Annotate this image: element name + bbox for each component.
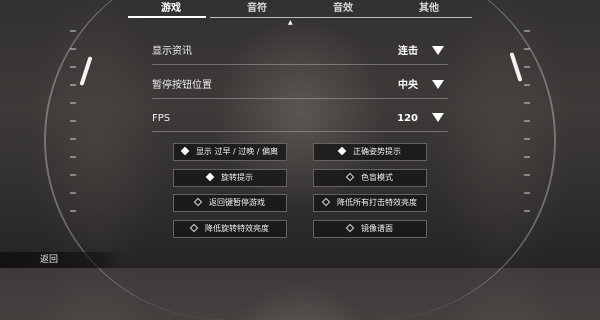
filled-diamond-icon	[205, 172, 215, 182]
toggle-early-late-offset[interactable]: 显示 过早 / 过晚 / 偏离	[173, 143, 287, 161]
tab-sound[interactable]: 音效	[300, 1, 386, 17]
settings-tab-bar: 游戏 音符 音效 其他	[128, 0, 472, 18]
setting-label: 暂停按钮位置	[152, 80, 212, 91]
tab-other[interactable]: 其他	[386, 1, 472, 17]
triangle-down-icon[interactable]	[432, 46, 444, 55]
filled-diamond-icon	[180, 146, 190, 156]
tab-game[interactable]: 游戏	[128, 1, 214, 17]
outline-diamond-icon	[189, 223, 199, 233]
tab-bar-divider	[210, 17, 472, 18]
toggle-correct-posture-hint[interactable]: 正确姿势提示	[313, 143, 427, 161]
tab-game-underline	[128, 16, 206, 18]
toggle-back-key-pause[interactable]: 返回键暂停游戏	[173, 194, 287, 212]
back-button-label: 返回	[40, 255, 59, 265]
setting-value: 连击	[398, 46, 418, 57]
triangle-down-icon[interactable]	[432, 80, 444, 89]
outline-diamond-icon	[345, 223, 355, 233]
filled-diamond-icon	[337, 146, 347, 156]
outline-diamond-icon	[345, 172, 355, 182]
toggle-dim-all-hit-effects[interactable]: 降低所有打击特效亮度	[313, 194, 427, 212]
left-tick-marks	[70, 30, 86, 240]
row-divider	[152, 64, 448, 65]
toggle-rotation-hint[interactable]: 旋转提示	[173, 169, 287, 187]
tab-notes[interactable]: 音符	[214, 1, 300, 17]
outline-diamond-icon	[321, 197, 331, 207]
row-divider	[152, 131, 448, 132]
triangle-down-icon[interactable]	[432, 113, 444, 122]
toggle-colorblind-mode[interactable]: 色盲模式	[313, 169, 427, 187]
setting-row-fps[interactable]: FPS 120	[152, 109, 448, 132]
setting-label: FPS	[152, 113, 171, 124]
outline-diamond-icon	[193, 197, 203, 207]
setting-row-display-info[interactable]: 显示资讯 连击	[152, 42, 448, 65]
toggle-mirror-chart[interactable]: 镜像谱面	[313, 220, 427, 238]
setting-label: 显示资讯	[152, 46, 192, 57]
setting-value: 120	[397, 113, 418, 124]
setting-row-pause-button-position[interactable]: 暂停按钮位置 中央	[152, 76, 448, 99]
back-button[interactable]: 返回	[0, 252, 125, 268]
toggle-dim-rotation-effects[interactable]: 降低旋转特效亮度	[173, 220, 287, 238]
tab-position-marker-icon: ▲	[288, 19, 293, 26]
setting-value: 中央	[398, 80, 418, 91]
row-divider	[152, 98, 448, 99]
